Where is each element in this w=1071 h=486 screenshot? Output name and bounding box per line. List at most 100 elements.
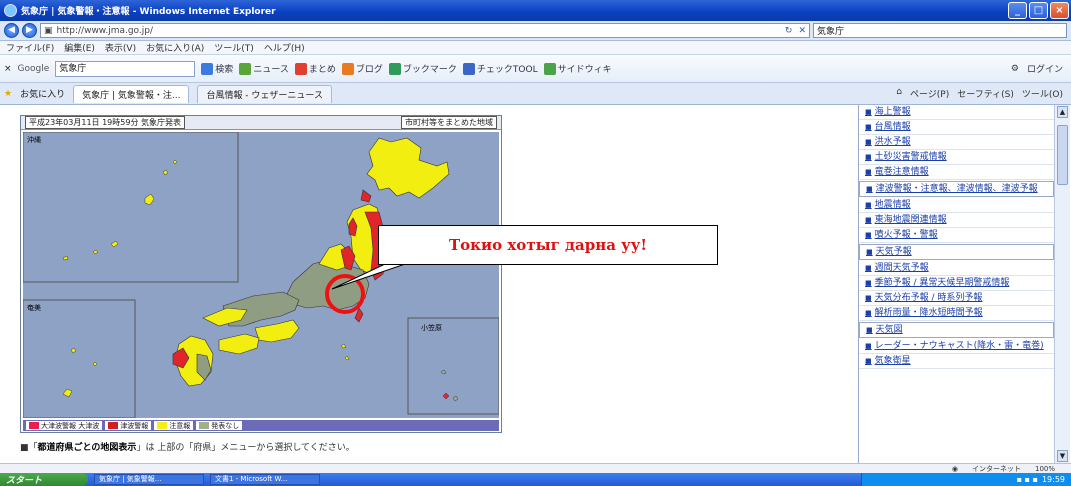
note-bold[interactable]: 都道府県ごとの地図表示 <box>38 443 137 453</box>
sidebar-item-landslide[interactable]: ■ 土砂災害警戒情報 <box>859 150 1054 165</box>
menu-file[interactable]: ファイル(F) <box>6 41 54 54</box>
tabs-row: ★ お気に入り 気象庁 | 気象警報・注... 台風情報 - ウェザーニュース … <box>0 83 1071 105</box>
back-icon[interactable]: ◀ <box>4 23 19 38</box>
cmd-tools[interactable]: ツール(O) <box>1022 87 1063 100</box>
tb-blog-button[interactable]: ブログ <box>341 62 383 75</box>
legend-swatch-warning <box>108 422 119 429</box>
minimize-button[interactable]: _ <box>1008 2 1027 19</box>
tray-clock: 19:59 <box>1041 475 1065 484</box>
sidebar-item-marine-warning[interactable]: ■ 海上警報 <box>859 105 1054 120</box>
legend-none: 発表なし <box>196 421 243 430</box>
system-tray: ▪ ▪ ▪ 19:59 <box>861 473 1071 486</box>
tab-jma[interactable]: 気象庁 | 気象警報・注... <box>73 84 190 103</box>
sidebar-item-tokai[interactable]: ■ 東海地震関連情報 <box>859 213 1054 228</box>
page-icon: ▣ <box>44 25 53 36</box>
legend-swatch-advisory <box>157 422 168 429</box>
status-bar: ◉ インターネット 100% <box>0 463 1071 473</box>
legend-swatch-none <box>199 422 210 429</box>
tb-summary-button[interactable]: まとめ <box>294 62 336 75</box>
menu-edit[interactable]: 編集(E) <box>64 41 95 54</box>
home-icon[interactable]: ⌂ <box>896 87 902 100</box>
taskbar: スタート 気象庁 | 気象警報... 文書1 - Microsoft W... … <box>0 473 1071 486</box>
callout-instruction: Токио хотыг дарна уу! <box>378 225 718 265</box>
sidebar-item-seasonal[interactable]: ■ 季節予報 / 異常天候早期警戒情報 <box>859 276 1054 291</box>
scroll-up-icon[interactable]: ▲ <box>1057 106 1068 118</box>
sidebar-item-tsunami[interactable]: ■ 津波警報・注意報、津波情報、津波予報 <box>859 181 1054 197</box>
zoom-label[interactable]: 100% <box>1035 465 1055 473</box>
search-input[interactable]: 気象庁 <box>813 23 1067 38</box>
menu-favorites[interactable]: お気に入り(A) <box>146 41 204 54</box>
tb-search-button[interactable]: 検索 <box>201 62 233 75</box>
menu-tools[interactable]: ツール(T) <box>214 41 254 54</box>
summary-icon <box>294 62 307 75</box>
ogasawara-label: 小笠原 <box>421 323 442 332</box>
sidebar-item-rainfall[interactable]: ■ 解析雨量・降水短時間予報 <box>859 306 1054 321</box>
right-sidebar: ■ 海上警報 ■ 台風情報 ■ 洪水予報 ■ 土砂災害警戒情報 ■ 竜巻注意情報 ■ 津波警… <box>858 105 1054 463</box>
tb-bookmark-button[interactable]: ブックマーク <box>388 62 457 75</box>
zone-label: インターネット <box>971 464 1021 473</box>
sidebar-item-weather-map[interactable]: ■ 天気図 <box>859 322 1054 338</box>
refresh-icon[interactable]: ↻ <box>785 26 793 36</box>
sidebar-item-volcano[interactable]: ■ 噴火予報・警報 <box>859 228 1054 243</box>
sidebar-item-earthquake[interactable]: ■ 地震情報 <box>859 198 1054 213</box>
close-toolbar-icon[interactable]: × <box>4 64 12 74</box>
title-bar: 気象庁 | 気象警報・注意報 - Windows Internet Explor… <box>0 0 1071 21</box>
search-query: 気象庁 <box>817 27 845 37</box>
legend-major-tsunami: 大津波警報 大津波 <box>26 421 103 430</box>
sidebar-item-weekly[interactable]: ■ 週間天気予報 <box>859 261 1054 276</box>
legend-swatch-major <box>29 422 39 429</box>
google-toolbar: × Google 気象庁 検索 ニュース まとめ ブログ ブックマーク チェック… <box>0 55 1071 83</box>
note-text: は 上部の「府県」メニューから選択してください。 <box>145 443 355 453</box>
sidebar-item-distribution[interactable]: ■ 天気分布予報 / 時系列予報 <box>859 291 1054 306</box>
cmd-safety[interactable]: セーフティ(S) <box>957 87 1014 100</box>
tb-check-button[interactable]: チェックTOOL <box>462 62 538 75</box>
address-row: ◀ ▶ ▣ http://www.jma.go.jp/ ↻ ✕ 気象庁 <box>0 21 1071 41</box>
legend-advisory: 注意報 <box>154 421 194 430</box>
google-label: Google <box>17 63 50 74</box>
tab-weathernews[interactable]: 台風情報 - ウェザーニュース <box>197 84 332 103</box>
tb-news-button[interactable]: ニュース <box>239 62 289 75</box>
map-mode-select[interactable]: 市町村等をまとめた地域 <box>401 116 497 129</box>
sidebar-item-satellite[interactable]: ■ 気象衛星 <box>859 354 1054 369</box>
stop-icon[interactable]: ✕ <box>798 26 806 36</box>
bookmark-icon <box>388 62 401 75</box>
vertical-scrollbar[interactable]: ▲ ▼ <box>1054 105 1070 463</box>
sidebar-item-flood[interactable]: ■ 洪水予報 <box>859 135 1054 150</box>
favorites-label[interactable]: お気に入り <box>20 87 65 100</box>
close-button[interactable]: × <box>1050 2 1069 19</box>
taskbar-item-word[interactable]: 文書1 - Microsoft W... <box>210 474 320 485</box>
okinawa-label: 沖縄 <box>27 135 41 144</box>
favorites-star-icon[interactable]: ★ <box>4 89 12 99</box>
google-search-input[interactable]: 気象庁 <box>55 60 196 77</box>
tb-sidewiki-button[interactable]: サイドウィキ <box>543 62 612 75</box>
tray-icons: ▪ ▪ ▪ <box>1016 475 1038 484</box>
maximize-button[interactable]: □ <box>1029 2 1048 19</box>
taskbar-item-ie[interactable]: 気象庁 | 気象警報... <box>94 474 204 485</box>
search-icon <box>201 62 214 75</box>
ie-icon <box>4 4 17 17</box>
cmd-page[interactable]: ページ(P) <box>910 87 949 100</box>
sidebar-item-forecast[interactable]: ■ 天気予報 <box>859 244 1054 260</box>
start-button[interactable]: スタート <box>0 473 88 486</box>
menu-help[interactable]: ヘルプ(H) <box>264 41 305 54</box>
sidebar-item-radar[interactable]: ■ レーダー・ナウキャスト(降水・雷・竜巻) <box>859 339 1054 354</box>
map-legend: 大津波警報 大津波 津波警報 注意報 発表なし <box>23 420 499 431</box>
check-icon <box>462 62 475 75</box>
page-content: 平成23年03月11日 19時59分 気象庁発表 市町村等をまとめた地域 沖縄 … <box>0 105 1071 463</box>
news-icon <box>239 62 252 75</box>
settings-icon[interactable]: ⚙ <box>1011 62 1019 75</box>
blog-icon <box>341 62 354 75</box>
address-bar[interactable]: ▣ http://www.jma.go.jp/ ↻ ✕ <box>40 23 810 38</box>
sidebar-item-tornado[interactable]: ■ 竜巻注意情報 <box>859 165 1054 180</box>
scroll-thumb[interactable] <box>1057 125 1068 185</box>
ie-window: 気象庁 | 気象警報・注意報 - Windows Internet Explor… <box>0 0 1071 486</box>
scroll-down-icon[interactable]: ▼ <box>1057 450 1068 462</box>
menu-view[interactable]: 表示(V) <box>105 41 136 54</box>
sidebar-item-typhoon[interactable]: ■ 台風情報 <box>859 120 1054 135</box>
menu-bar: ファイル(F) 編集(E) 表示(V) お気に入り(A) ツール(T) ヘルプ(… <box>0 41 1071 55</box>
forward-icon[interactable]: ▶ <box>22 23 37 38</box>
zone-globe-icon: ◉ <box>951 464 958 473</box>
window-title: 気象庁 | 気象警報・注意報 - Windows Internet Explor… <box>21 7 276 17</box>
legend-warning: 津波警報 <box>105 421 152 430</box>
login-link[interactable]: ログイン <box>1027 62 1063 75</box>
